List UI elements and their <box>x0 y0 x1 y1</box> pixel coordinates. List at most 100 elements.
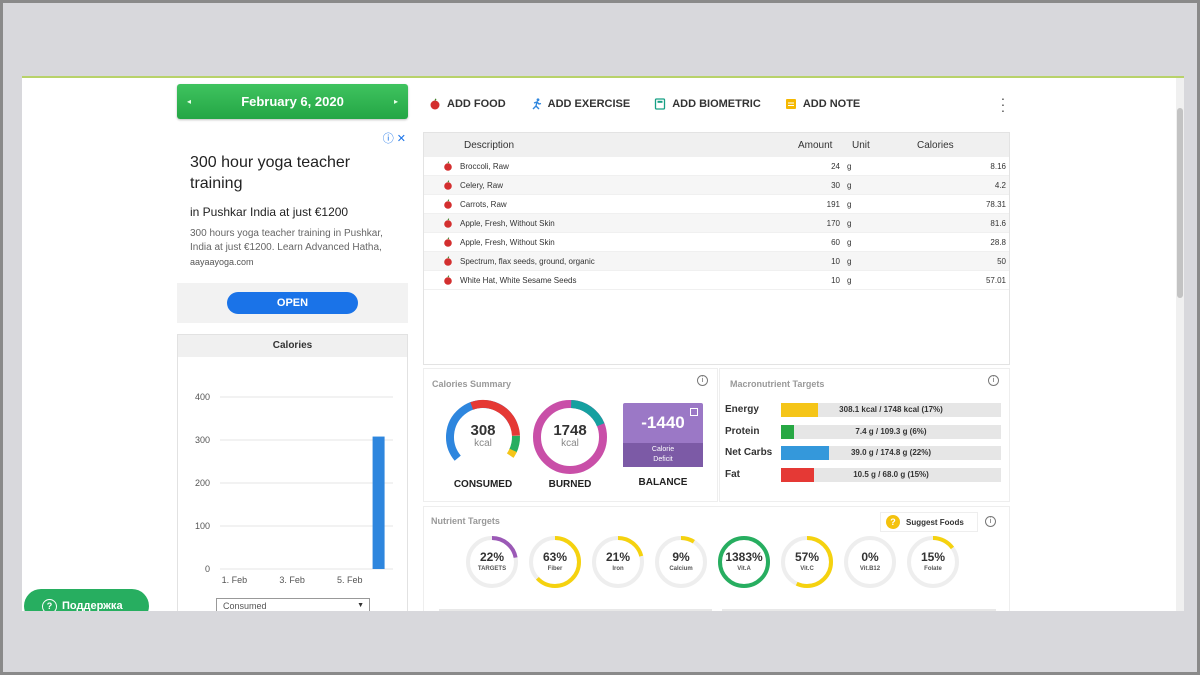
nutrient-ring-vitb12[interactable]: 0% Vit.B12 <box>842 534 898 590</box>
table-row[interactable]: Celery, Raw 30 g 4.2 <box>424 176 1009 195</box>
table-row[interactable]: Apple, Fresh, Without Skin 170 g 81.6 <box>424 214 1009 233</box>
info-icon[interactable]: i <box>697 375 708 386</box>
food-amount: 191 <box>826 200 840 209</box>
food-amount: 10 <box>831 276 840 285</box>
macro-row: Protein 7.4 g / 109.3 g (6%) <box>725 424 1005 439</box>
nutrient-percent: 22% <box>479 550 505 564</box>
food-unit: g <box>847 162 852 171</box>
add-exercise-button[interactable]: ADD EXERCISE <box>530 98 631 110</box>
col-unit[interactable]: Unit <box>852 140 870 151</box>
support-label: Поддержка <box>62 600 123 611</box>
add-exercise-label: ADD EXERCISE <box>547 98 631 110</box>
chevron-down-icon: ▼ <box>357 602 364 609</box>
food-unit: g <box>847 257 852 266</box>
nutrient-percent: 0% <box>861 550 879 564</box>
nutrient-percent: 9% <box>672 550 690 564</box>
lightbulb-icon: ? <box>886 515 900 529</box>
ad-banner: ⓘ ✕ 300 hour yoga teacher training in Pu… <box>177 130 408 323</box>
note-icon <box>785 98 797 110</box>
nutrient-ring-targets[interactable]: 22% TARGETS <box>464 534 520 590</box>
add-food-button[interactable]: ADD FOOD <box>429 98 506 110</box>
calories-summary-title: Calories Summary <box>432 379 512 389</box>
ad-headline[interactable]: 300 hour yoga teacher training <box>190 152 390 194</box>
nutrient-percent: 63% <box>542 550 568 564</box>
food-calories: 81.6 <box>990 219 1006 228</box>
nutrient-percent: 21% <box>605 550 631 564</box>
col-calories[interactable]: Calories <box>917 140 954 151</box>
food-unit: g <box>847 181 852 190</box>
nutrient-name: Vit.C <box>800 566 814 572</box>
more-options-icon[interactable]: · · · <box>1000 91 1006 117</box>
chart-metric-select[interactable]: Consumed ▼ <box>216 598 370 611</box>
table-header: Description Amount Unit Calories <box>424 133 1009 157</box>
y-tick-label: 0 <box>205 564 210 574</box>
macro-label: Fat <box>725 468 740 480</box>
food-description: White Hat, White Sesame Seeds <box>460 276 577 285</box>
y-tick-label: 200 <box>195 478 210 488</box>
macro-label: Net Carbs <box>725 447 773 458</box>
scale-icon <box>654 98 666 110</box>
table-row[interactable]: Broccoli, Raw 24 g 8.16 <box>424 157 1009 176</box>
food-amount: 170 <box>826 219 840 228</box>
nutrient-percent: 15% <box>920 550 946 564</box>
apple-icon <box>444 199 452 209</box>
prev-day-button[interactable]: ◂ <box>187 97 191 106</box>
scrollbar-thumb[interactable] <box>1177 108 1183 298</box>
macro-value: 7.4 g / 109.3 g (6%) <box>855 426 927 436</box>
table-row[interactable]: White Hat, White Sesame Seeds 10 g 57.01 <box>424 271 1009 290</box>
add-biometric-label: ADD BIOMETRIC <box>672 98 761 110</box>
nutrient-ring-fiber[interactable]: 63% Fiber <box>527 534 583 590</box>
y-tick-label: 100 <box>195 521 210 531</box>
col-description[interactable]: Description <box>464 140 514 151</box>
nutrient-ring-vita[interactable]: 1383% Vit.A <box>716 534 772 590</box>
nutrient-tab-bar <box>439 609 712 611</box>
ad-choices-icon[interactable]: ⓘ ✕ <box>383 130 406 146</box>
food-calories: 57.01 <box>985 276 1006 285</box>
food-calories: 8.16 <box>990 162 1006 171</box>
col-amount[interactable]: Amount <box>798 140 832 151</box>
add-note-button[interactable]: ADD NOTE <box>785 98 860 110</box>
balance-tile: -1440 Calorie Deficit <box>623 403 703 467</box>
next-day-button[interactable]: ▸ <box>394 97 398 106</box>
macro-value: 10.5 g / 68.0 g (15%) <box>853 469 929 479</box>
support-button[interactable]: ? Поддержка <box>24 589 149 611</box>
info-icon[interactable]: i <box>988 375 999 386</box>
table-row[interactable]: Spectrum, flax seeds, ground, organic 10 g… <box>424 252 1009 271</box>
nutrient-name: Iron <box>612 566 624 572</box>
nutrient-name: Folate <box>924 566 942 572</box>
ad-open-button[interactable]: OPEN <box>227 292 358 314</box>
chart-metric-value: Consumed <box>223 601 267 611</box>
table-row[interactable]: Apple, Fresh, Without Skin 60 g 28.8 <box>424 233 1009 252</box>
nutrient-ring-vitc[interactable]: 57% Vit.C <box>779 534 835 590</box>
y-tick-label: 400 <box>195 392 210 402</box>
scrollbar[interactable] <box>1176 78 1184 611</box>
table-row[interactable]: Carrots, Raw 191 g 78.31 <box>424 195 1009 214</box>
calories-chart-panel: Calories 0 100 200 300 400 1. Feb 3. Feb 5. Feb… <box>177 334 408 611</box>
info-icon[interactable]: i <box>985 516 996 527</box>
nutrient-name: Vit.A <box>737 566 751 572</box>
browser-frame: ◂ February 6, 2020 ▸ ⓘ ✕ 300 hour yoga t… <box>0 0 1200 675</box>
nutrient-ring-calcium[interactable]: 9% Calcium <box>653 534 709 590</box>
suggest-foods-button[interactable]: ? Suggest Foods <box>880 512 978 532</box>
suggest-foods-label: Suggest Foods <box>906 517 964 527</box>
macros-title: Macronutrient Targets <box>730 379 825 389</box>
nutrient-ring-iron[interactable]: 21% Iron <box>590 534 646 590</box>
nutrient-ring-folate[interactable]: 15% Folate <box>905 534 961 590</box>
consumed-value: 308 kcal <box>470 422 496 449</box>
food-amount: 10 <box>831 257 840 266</box>
macro-row: Energy 308.1 kcal / 1748 kcal (17%) <box>725 403 1005 417</box>
nutrient-name: TARGETS <box>477 566 507 572</box>
food-description: Apple, Fresh, Without Skin <box>460 219 555 228</box>
apple-icon <box>444 237 452 247</box>
ad-subline: in Pushkar India at just €1200 <box>190 205 349 219</box>
bar-6feb[interactable] <box>372 436 385 569</box>
nutrient-tab-bar <box>722 609 996 611</box>
food-description: Spectrum, flax seeds, ground, organic <box>460 257 595 266</box>
food-description: Carrots, Raw <box>460 200 507 209</box>
nutrient-percent: 1383% <box>725 550 763 564</box>
food-unit: g <box>847 219 852 228</box>
current-date[interactable]: February 6, 2020 <box>241 94 344 109</box>
nutrient-targets-panel: Nutrient Targets ? Suggest Foods i 22% TA… <box>423 506 1010 611</box>
add-biometric-button[interactable]: ADD BIOMETRIC <box>654 98 761 110</box>
food-amount: 30 <box>831 181 840 190</box>
